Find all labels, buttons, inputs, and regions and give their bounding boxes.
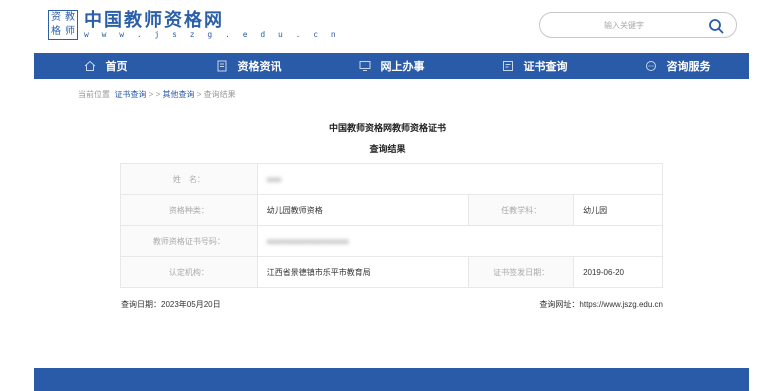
- issuing-organization-value: 江西省景德镇市乐平市教育局: [256, 256, 470, 288]
- logo-seal: 资 教 格 师: [48, 10, 78, 40]
- nav-label: 资格资讯: [237, 61, 282, 73]
- logo-seal-char: 格: [51, 26, 61, 37]
- certificate-number-value: ●●●●●●●●●●●●●●●●●: [256, 225, 664, 257]
- query-url: 查询网址：https://www.jszg.edu.cn: [539, 300, 663, 309]
- breadcrumb-prefix: 当前位置: [78, 90, 110, 99]
- nav-label: 网上办事: [380, 61, 425, 73]
- logo-seal-char: 资: [51, 12, 61, 23]
- site-url: w w w . j s z g . e d u . c n: [84, 29, 340, 39]
- nav-online-service[interactable]: 网上办事: [320, 53, 463, 79]
- nav-home[interactable]: 首页: [34, 53, 177, 79]
- search-icon[interactable]: [708, 18, 724, 34]
- footer-bar: [34, 368, 749, 391]
- nav-certificate-query[interactable]: 证书查询: [463, 53, 606, 79]
- certificate-number-label: 教师资格证书号码：: [120, 225, 258, 257]
- chat-icon: [645, 61, 656, 71]
- issuing-organization-label: 认定机构：: [120, 256, 258, 288]
- table-row: 资格种类： 幼儿园教师资格 任教学科： 幼儿园: [120, 194, 663, 226]
- logo-seal-char: 教: [65, 12, 75, 23]
- table-row: 姓 名： ●●●: [120, 163, 664, 195]
- page-subtitle: 查询结果: [369, 144, 406, 154]
- breadcrumb-separator: > >: [146, 90, 163, 99]
- name-label: 姓 名：: [120, 163, 258, 195]
- query-date: 查询日期：2023年05月20日: [121, 300, 221, 309]
- breadcrumb-current: 查询结果: [203, 90, 236, 99]
- header: 资 教 格 师 中国教师资格网 w w w . j s z g . e d u …: [0, 0, 775, 46]
- result-table: 姓 名： ●●● 资格种类： 幼儿园教师资格 任教学科： 幼儿园 教师资格证书号…: [120, 163, 664, 288]
- breadcrumb: 当前位置 证书查询 > > 其他查询 > 查询结果: [78, 89, 236, 100]
- search-box: [539, 12, 737, 38]
- certificate-number-text: ●●●●●●●●●●●●●●●●●: [266, 236, 349, 246]
- issue-date-label: 证书签发日期：: [468, 256, 575, 288]
- qualification-type-label: 资格种类：: [120, 194, 258, 226]
- breadcrumb-other-query[interactable]: 其他查询: [162, 90, 194, 99]
- monitor-icon: [359, 61, 370, 71]
- site-logo[interactable]: 资 教 格 师 中国教师资格网 w w w . j s z g . e d u …: [48, 9, 340, 41]
- table-row: 教师资格证书号码： ●●●●●●●●●●●●●●●●●: [120, 225, 664, 257]
- nav-label: 首页: [105, 61, 128, 73]
- home-icon: [84, 60, 95, 71]
- breadcrumb-separator: >: [194, 90, 204, 99]
- nav-label: 咨询服务: [666, 61, 711, 73]
- subject-value: 幼儿园: [573, 194, 663, 226]
- table-row: 认定机构： 江西省景德镇市乐平市教育局 证书签发日期： 2019-06-20: [120, 256, 663, 288]
- issue-date-value: 2019-06-20: [573, 256, 663, 288]
- certificate-icon: [502, 61, 513, 71]
- main-nav: 首页 资格资讯 网上办事 证书查询 咨询服务: [34, 53, 749, 79]
- name-value: ●●●: [256, 163, 664, 195]
- document-icon: [217, 60, 226, 72]
- nav-news[interactable]: 资格资讯: [177, 53, 320, 79]
- subject-label: 任教学科：: [468, 194, 575, 226]
- logo-seal-char: 师: [65, 26, 75, 37]
- qualification-type-value: 幼儿园教师资格: [256, 194, 470, 226]
- name-value-text: ●●●: [266, 174, 282, 184]
- search-input[interactable]: [554, 17, 694, 34]
- page-title: 中国教师资格网教师资格证书: [328, 123, 446, 133]
- nav-consulting[interactable]: 咨询服务: [606, 53, 749, 79]
- nav-label: 证书查询: [523, 61, 568, 73]
- breadcrumb-certificate-query[interactable]: 证书查询: [114, 90, 146, 99]
- site-name: 中国教师资格网: [84, 9, 224, 31]
